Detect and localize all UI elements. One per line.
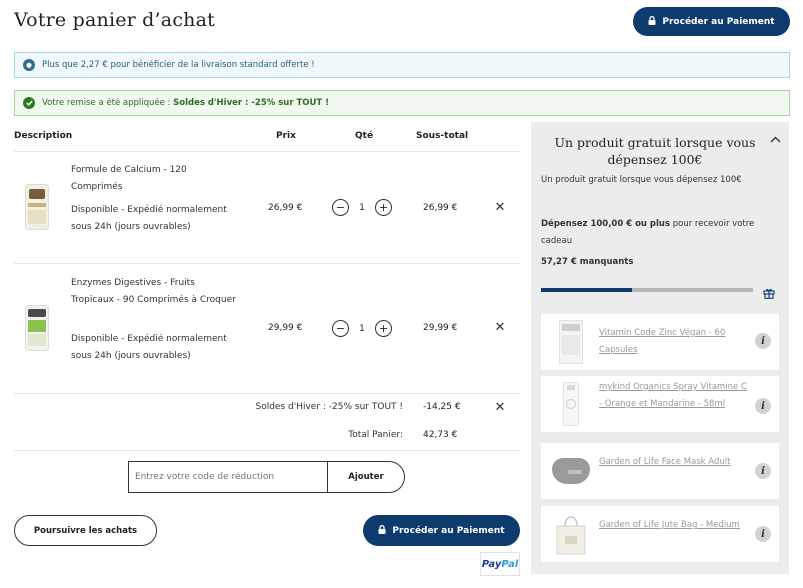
product-stock: Disponible - Expédié normalement sous 24… [71, 205, 227, 232]
checkout-button-label: Procéder au Paiement [662, 16, 775, 27]
product-subtotal: 26,99 € [423, 203, 458, 213]
info-icon[interactable]: i [755, 526, 771, 542]
minus-icon[interactable]: − [332, 199, 349, 216]
quantity-value: 1 [359, 323, 365, 334]
discount-notice-text: Votre remise a été appliquée : Soldes d'… [42, 98, 330, 108]
divider [14, 263, 520, 264]
product-subtotal: 29,99 € [423, 323, 458, 333]
free-gift-title: Un produit gratuit lorsque vous dépensez… [554, 135, 756, 167]
gift-option[interactable]: mykind Organics Spray Vitamine C - Orang… [541, 376, 779, 432]
shipping-notice-text: Plus que 2,27 € pour bénéficier de la li… [42, 60, 315, 70]
free-gift-subtitle: Un produit gratuit lorsque vous dépensez… [541, 175, 742, 185]
promo-code-input[interactable] [129, 462, 328, 492]
continue-shopping-button[interactable]: Poursuivre les achats [14, 515, 157, 546]
gift-name[interactable]: Garden of Life Face Mask Adult [599, 454, 749, 471]
gift-image [549, 511, 593, 557]
product-price: 26,99 € [268, 203, 303, 213]
gift-name[interactable]: Garden of Life Jute Bag - Medium [599, 517, 749, 534]
info-icon[interactable]: i [755, 398, 771, 414]
checkout-button-top[interactable]: Procéder au Paiement [633, 7, 790, 36]
info-icon [23, 59, 35, 71]
lock-icon [378, 524, 386, 537]
product-price: 29,99 € [268, 323, 303, 333]
minus-icon[interactable]: − [332, 320, 349, 337]
gift-image [549, 319, 593, 365]
page-title: Votre panier d’achat [14, 9, 215, 31]
gift-option[interactable]: Garden of Life Face Mask Adult i [541, 443, 779, 499]
gift-progress-fill [541, 288, 633, 292]
promo-code-form: Ajouter [128, 461, 405, 493]
product-name[interactable]: Enzymes Digestives - Fruits Tropicaux - … [71, 275, 236, 309]
promo-apply-button[interactable]: Ajouter [328, 462, 404, 492]
paypal-logo[interactable]: Pay Pal [480, 552, 520, 576]
gift-image [549, 381, 593, 427]
close-icon[interactable]: ✕ [493, 401, 507, 415]
gift-name[interactable]: Vitamin Code Zinc Végan - 60 Capsules [599, 325, 749, 359]
gift-option[interactable]: Vitamin Code Zinc Végan - 60 Capsules i [541, 314, 779, 370]
col-header-price: Prix [276, 131, 296, 141]
divider [14, 151, 520, 152]
gift-name[interactable]: mykind Organics Spray Vitamine C - Orang… [599, 379, 749, 413]
col-header-description: Description [14, 131, 73, 141]
amount-missing: 57,27 € manquants [541, 257, 634, 267]
info-icon[interactable]: i [755, 333, 771, 349]
quantity-stepper: − 1 + [332, 199, 392, 216]
product-stock: Disponible - Expédié normalement sous 24… [71, 334, 227, 361]
col-header-subtotal: Sous-total [416, 131, 469, 141]
divider [14, 450, 520, 451]
discount-line-label: Soldes d'Hiver : -25% sur TOUT ! [255, 402, 404, 412]
shipping-notice: Plus que 2,27 € pour bénéficier de la li… [14, 52, 790, 78]
col-header-qty: Qté [355, 131, 374, 141]
free-gift-panel: Un produit gratuit lorsque vous dépensez… [531, 122, 789, 574]
plus-icon[interactable]: + [375, 199, 392, 216]
checkout-button-bottom[interactable]: Procéder au Paiement [363, 515, 520, 546]
info-icon[interactable]: i [755, 463, 771, 479]
divider [14, 393, 520, 394]
lock-icon [648, 15, 656, 28]
product-image[interactable] [24, 183, 50, 231]
total-value: 42,73 € [423, 430, 458, 440]
discount-line-value: -14,25 € [423, 402, 461, 412]
gift-option[interactable]: Garden of Life Jute Bag - Medium i [541, 506, 779, 562]
chevron-up-icon[interactable] [770, 132, 781, 146]
quantity-value: 1 [359, 202, 365, 213]
check-circle-icon [23, 97, 35, 109]
gift-icon [763, 287, 775, 302]
checkout-button-label: Procéder au Paiement [392, 525, 505, 536]
gift-image [549, 448, 593, 494]
product-image[interactable] [24, 304, 50, 352]
quantity-stepper: − 1 + [332, 320, 392, 337]
close-icon[interactable]: ✕ [493, 321, 507, 335]
gift-progress-bar [541, 288, 753, 292]
product-name[interactable]: Formule de Calcium - 120 Comprimés [71, 162, 236, 196]
discount-notice: Votre remise a été appliquée : Soldes d'… [14, 90, 790, 116]
discount-name: Soldes d'Hiver : -25% sur TOUT ! [173, 98, 330, 108]
free-gift-description: Dépensez 100,00 € ou plus pour recevoir … [541, 219, 755, 246]
total-label: Total Panier: [348, 430, 403, 440]
close-icon[interactable]: ✕ [493, 201, 507, 215]
plus-icon[interactable]: + [375, 320, 392, 337]
